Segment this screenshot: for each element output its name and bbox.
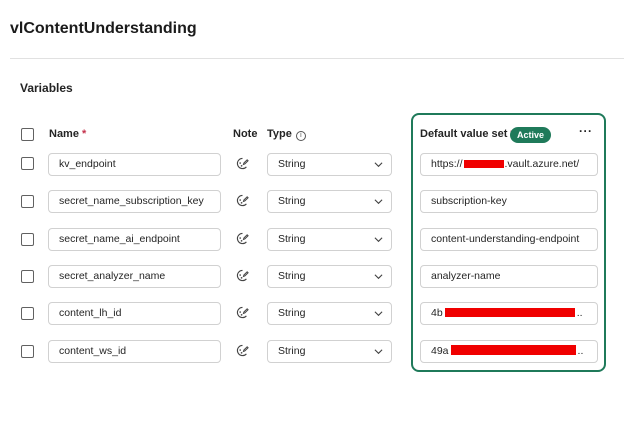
default-value-suffix: .vault.azure.net/: [504, 158, 580, 170]
more-options-button[interactable]: ···: [579, 124, 593, 138]
type-dropdown[interactable]: String: [267, 302, 392, 325]
column-header-name: Name *: [49, 128, 86, 140]
column-header-type: Type i: [267, 128, 306, 141]
default-value-text: https://: [431, 158, 463, 170]
type-value: String: [278, 158, 306, 170]
chevron-down-icon: [374, 311, 383, 317]
row-checkbox[interactable]: [21, 157, 34, 170]
column-header-default-value-set: Default value set*: [420, 128, 515, 140]
page-title: vlContentUnderstanding: [10, 20, 197, 37]
note-icon[interactable]: [236, 306, 249, 319]
type-dropdown[interactable]: String: [267, 190, 392, 213]
chevron-down-icon: [374, 199, 383, 205]
type-dropdown[interactable]: String: [267, 265, 392, 288]
variable-name-field[interactable]: secret_analyzer_name: [48, 265, 221, 288]
note-icon[interactable]: [236, 344, 249, 357]
row-checkbox[interactable]: [21, 345, 34, 358]
default-value-text: 4b: [431, 307, 443, 319]
default-value-suffix: ..: [576, 307, 583, 319]
default-value-field[interactable]: subscription-key: [420, 190, 598, 213]
row-checkbox[interactable]: [21, 270, 34, 283]
note-icon[interactable]: [236, 269, 249, 282]
column-header-note: Note: [233, 128, 258, 140]
column-header-name-label: Name: [49, 128, 79, 140]
required-marker: *: [81, 128, 87, 140]
title-divider: [10, 58, 624, 59]
redaction-mark: [450, 345, 576, 355]
type-value: String: [278, 233, 306, 245]
type-value: String: [278, 345, 306, 357]
default-value-field[interactable]: https:// .vault.azure.net/: [420, 153, 598, 176]
default-value-field[interactable]: content-understanding-endpoint: [420, 228, 598, 251]
redaction-mark: [444, 308, 575, 317]
type-value: String: [278, 307, 306, 319]
default-value-set-label: Default value set: [420, 128, 508, 140]
section-title: Variables: [20, 81, 73, 95]
variable-name-field[interactable]: secret_name_subscription_key: [48, 190, 221, 213]
type-dropdown[interactable]: String: [267, 153, 392, 176]
default-value-text: 49a: [431, 345, 449, 357]
default-value-field[interactable]: 4b..: [420, 302, 598, 325]
variable-name-field[interactable]: secret_name_ai_endpoint: [48, 228, 221, 251]
note-icon[interactable]: [236, 232, 249, 245]
chevron-down-icon: [374, 349, 383, 355]
type-value: String: [278, 195, 306, 207]
default-value-field[interactable]: analyzer-name: [420, 265, 598, 288]
variable-name-field[interactable]: content_lh_id: [48, 302, 221, 325]
type-value: String: [278, 270, 306, 282]
chevron-down-icon: [374, 162, 383, 168]
info-icon[interactable]: i: [295, 131, 306, 141]
row-checkbox[interactable]: [21, 307, 34, 320]
type-dropdown[interactable]: String: [267, 340, 392, 363]
variable-name-field[interactable]: content_ws_id: [48, 340, 221, 363]
active-badge: Active: [510, 127, 552, 143]
default-value-field[interactable]: 49a..: [420, 340, 598, 363]
redaction-mark: [463, 160, 504, 168]
row-checkbox[interactable]: [21, 195, 34, 208]
chevron-down-icon: [374, 237, 383, 243]
note-icon[interactable]: [236, 194, 249, 207]
type-dropdown[interactable]: String: [267, 228, 392, 251]
select-all-checkbox[interactable]: [21, 128, 34, 141]
chevron-down-icon: [374, 274, 383, 280]
variable-name-field[interactable]: kv_endpoint: [48, 153, 221, 176]
note-icon[interactable]: [236, 157, 249, 170]
row-checkbox[interactable]: [21, 233, 34, 246]
column-header-type-label: Type: [267, 128, 292, 140]
default-value-suffix: ..: [577, 345, 584, 357]
